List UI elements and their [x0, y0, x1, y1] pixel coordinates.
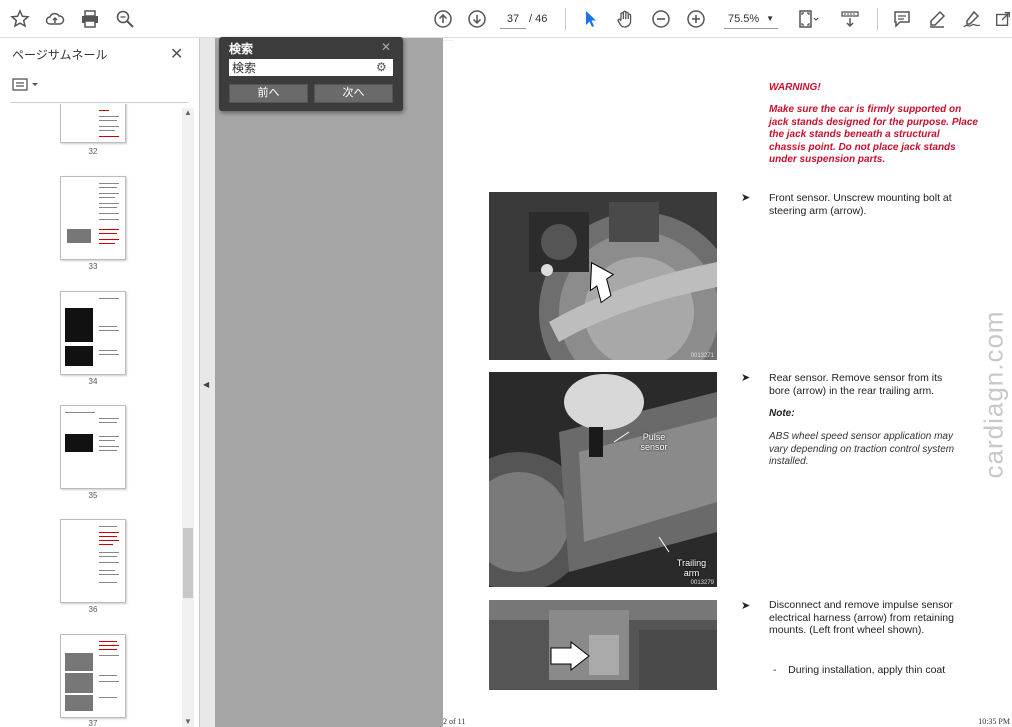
thumbnail-page[interactable]	[60, 291, 126, 375]
find-input[interactable]	[229, 59, 393, 76]
find-prev-button[interactable]: 前へ	[229, 84, 308, 103]
step-front-sensor: Front sensor. Unscrew mounting bolt at s…	[769, 192, 952, 217]
note-title: Note:	[769, 408, 795, 419]
page-up-icon[interactable]	[431, 7, 455, 31]
select-cursor-icon[interactable]	[578, 7, 602, 31]
thumbnails-panel: ページサムネール ✕ 32 33 34 35 36 37 ▲ ▼	[0, 38, 200, 727]
zoom-in-icon[interactable]	[684, 7, 708, 31]
photo-code: 0013279	[690, 580, 714, 586]
hand-tool-icon[interactable]	[613, 7, 637, 31]
find-next-button[interactable]: 次へ	[314, 84, 393, 103]
photo-rear-sensor: Pulse sensor Trailing arm 0013279	[489, 372, 717, 587]
toolbar-divider	[877, 8, 878, 30]
toolbar-divider	[565, 8, 566, 30]
bookmark-star-icon[interactable]	[8, 7, 32, 31]
find-title: 検索	[229, 42, 254, 56]
comment-icon[interactable]	[890, 7, 914, 31]
list-options-icon	[12, 78, 38, 91]
gear-icon[interactable]: ⚙	[376, 60, 387, 74]
watermark: cardiagn.com	[979, 288, 1009, 478]
thumbnail-options-button[interactable]	[12, 76, 44, 94]
chevron-down-icon: ▼	[766, 14, 774, 23]
thumbnail-label: 33	[88, 262, 98, 271]
footer-page: 2 of 11	[443, 717, 466, 726]
workspace	[215, 38, 443, 727]
close-icon[interactable]: ✕	[170, 44, 183, 64]
print-icon[interactable]	[78, 7, 102, 31]
scroll-down-icon[interactable]: ▼	[183, 717, 193, 726]
photo-label-pulse-sensor: Pulse sensor	[640, 432, 668, 452]
photo-front-sensor: 0013271	[489, 192, 717, 360]
bullet-arrow-icon: ➤	[741, 600, 751, 612]
page-down-icon[interactable]	[465, 7, 489, 31]
thumbnail-page-current[interactable]	[60, 634, 126, 718]
thumbnail-label: 32	[88, 147, 98, 156]
thumbnail-page[interactable]	[60, 104, 126, 143]
collapse-panel-icon[interactable]: ◀	[203, 380, 209, 389]
thumbnail-label: 36	[88, 605, 98, 614]
scrollbar-thumb[interactable]	[183, 528, 193, 598]
warning-title: WARNING!	[769, 82, 821, 93]
panel-divider	[10, 102, 188, 103]
bullet-arrow-icon: ➤	[741, 192, 751, 204]
highlight-pen-icon[interactable]	[925, 7, 949, 31]
zoom-level-select[interactable]: 75.5% ▼	[724, 9, 778, 29]
thumbnail-page[interactable]	[60, 176, 126, 260]
search-zoom-icon[interactable]	[113, 7, 137, 31]
photo-code: 0013271	[690, 353, 714, 359]
step-harness: Disconnect and remove impulse sensor ele…	[769, 599, 954, 636]
dash-mark: -	[773, 664, 789, 676]
top-mark: ·····	[443, 38, 453, 44]
zoom-out-icon[interactable]	[649, 7, 673, 31]
thumbnail-label: 34	[88, 377, 98, 386]
document-page: ····· WARNING! Make sure the car is firm…	[443, 38, 1012, 727]
page-total: / 46	[529, 13, 548, 25]
close-icon[interactable]: ✕	[381, 40, 391, 54]
dash-item-text: During installation, apply thin coat	[788, 664, 946, 676]
thumbnail-label: 35	[88, 491, 98, 500]
thumbnail-list: 32 33 34 35 36 37	[0, 104, 180, 727]
scroll-mode-icon[interactable]	[838, 7, 862, 31]
sign-icon[interactable]	[960, 7, 984, 31]
page-fit-icon[interactable]	[794, 7, 824, 31]
note-body: ABS wheel speed sensor application may v…	[769, 431, 955, 467]
thumbnail-scrollbar[interactable]	[182, 108, 194, 727]
warning-body: Make sure the car is firmly supported on…	[769, 104, 978, 165]
photo-label-trailing-arm: Trailing arm	[676, 558, 707, 578]
upload-cloud-icon[interactable]	[43, 7, 67, 31]
bullet-arrow-icon: ➤	[741, 372, 751, 384]
zoom-level-value: 75.5%	[728, 13, 760, 25]
photo-harness	[489, 600, 717, 690]
share-icon[interactable]	[994, 7, 1012, 31]
thumbnail-page[interactable]	[60, 519, 126, 603]
watermark-text: cardiagn.com	[978, 310, 1009, 479]
page-number-input[interactable]: 37	[500, 9, 526, 29]
step-rear-sensor: Rear sensor. Remove sensor from its bore…	[769, 372, 943, 397]
dash-item: - During installation, apply thin coat	[773, 664, 945, 676]
thumbnail-label: 37	[88, 719, 98, 727]
panel-title: ページサムネール	[12, 48, 108, 62]
find-panel: 検索 ✕ ⚙ 前へ 次へ	[219, 37, 403, 111]
toolbar: 37 / 46 75.5% ▼	[0, 0, 1012, 38]
thumbnail-page[interactable]	[60, 405, 126, 489]
scroll-up-icon[interactable]: ▲	[183, 108, 193, 117]
footer-time: 10:35 PM	[978, 717, 1010, 726]
